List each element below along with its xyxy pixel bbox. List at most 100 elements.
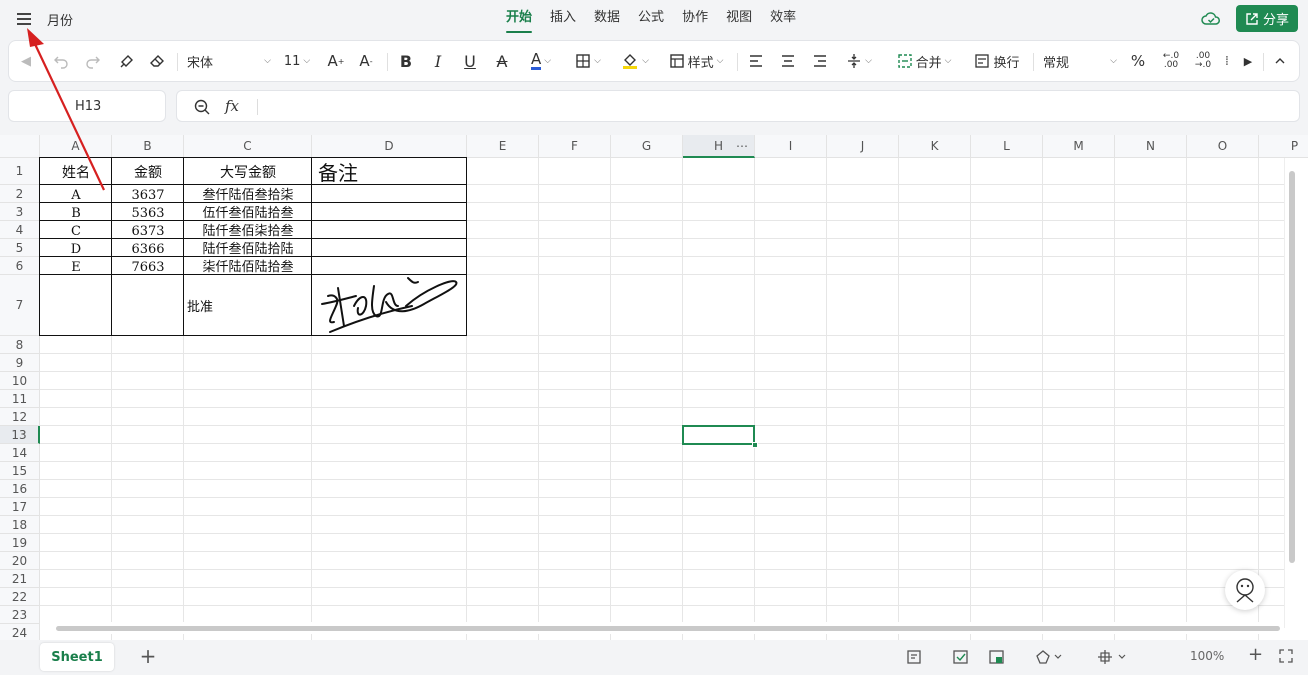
bold-icon[interactable]: B: [395, 41, 417, 81]
row-header-21[interactable]: 21: [0, 570, 40, 588]
column-header-c[interactable]: C: [184, 135, 312, 158]
tab-formula[interactable]: 公式: [629, 9, 673, 31]
table-cell[interactable]: [312, 203, 467, 221]
column-header-g[interactable]: G: [611, 135, 683, 158]
row-header-2[interactable]: 2: [0, 185, 40, 203]
table-cell[interactable]: [312, 185, 467, 203]
signature-image[interactable]: [314, 276, 464, 334]
row-header-1[interactable]: 1: [0, 158, 40, 185]
table-cell[interactable]: D: [40, 239, 112, 257]
row-header-17[interactable]: 17: [0, 498, 40, 516]
vertical-scroll-thumb[interactable]: [1289, 171, 1295, 563]
italic-icon[interactable]: I: [427, 41, 449, 81]
freeze-menu-icon[interactable]: [1096, 648, 1130, 670]
column-header-f[interactable]: F: [539, 135, 611, 158]
row-header-23[interactable]: 23: [0, 606, 40, 624]
table-header-cell[interactable]: 备注: [312, 158, 467, 185]
align-left-icon[interactable]: [745, 41, 767, 81]
strikethrough-icon[interactable]: A: [491, 41, 513, 81]
row-header-16[interactable]: 16: [0, 480, 40, 498]
column-header-l[interactable]: L: [971, 135, 1043, 158]
table-cell[interactable]: A: [40, 185, 112, 203]
table-cell[interactable]: 伍仟叁佰陆拾叁: [184, 203, 312, 221]
wrap-text-button[interactable]: 换行: [969, 41, 1025, 81]
spreadsheet-grid[interactable]: ABCDEFGH ⋯ I J K L M N O P 1 2 3 4 5 6 7 8 9 10 11 12 13 14 15 1…: [0, 135, 1308, 640]
assistant-avatar-icon[interactable]: [1225, 570, 1265, 610]
tab-efficiency[interactable]: 效率: [761, 9, 805, 31]
file-name[interactable]: 月份: [47, 10, 73, 29]
table-cell[interactable]: 3637: [112, 185, 184, 203]
zoom-level[interactable]: 100%: [1190, 649, 1224, 663]
column-header-i[interactable]: I: [755, 135, 827, 158]
decrease-font-icon[interactable]: A-: [355, 41, 377, 81]
table-header-cell[interactable]: 金额: [112, 158, 184, 185]
column-header-h[interactable]: H ⋯: [683, 135, 755, 158]
column-header-n[interactable]: N: [1115, 135, 1187, 158]
column-header-k[interactable]: K: [899, 135, 971, 158]
undo-icon[interactable]: [49, 41, 73, 81]
redo-icon[interactable]: [81, 41, 105, 81]
table-cell[interactable]: 6373: [112, 221, 184, 239]
row-header-3[interactable]: 3: [0, 203, 40, 221]
row-header-14[interactable]: 14: [0, 444, 40, 462]
table-cell[interactable]: [312, 239, 467, 257]
tab-view[interactable]: 视图: [717, 9, 761, 31]
column-header-o[interactable]: O: [1187, 135, 1259, 158]
name-box[interactable]: H13: [8, 90, 166, 122]
collapse-ribbon-icon[interactable]: [1271, 41, 1289, 81]
table-cell[interactable]: [312, 257, 467, 275]
fill-color-button[interactable]: ⌵: [615, 41, 655, 81]
column-header-p[interactable]: P: [1259, 135, 1308, 158]
row-header-9[interactable]: 9: [0, 354, 40, 372]
column-header-m[interactable]: M: [1043, 135, 1115, 158]
table-cell[interactable]: B: [40, 203, 112, 221]
select-all-corner[interactable]: [0, 135, 40, 158]
fx-icon[interactable]: fx: [225, 97, 239, 115]
table-cell[interactable]: [312, 221, 467, 239]
font-name-select[interactable]: 宋体 ⌵: [187, 41, 271, 81]
column-more-icon[interactable]: ⋯: [736, 135, 748, 158]
cloud-sync-icon[interactable]: [1201, 9, 1221, 29]
column-header-a[interactable]: A: [40, 135, 112, 158]
table-cell[interactable]: 5363: [112, 203, 184, 221]
table-header-cell[interactable]: 姓名: [40, 158, 112, 185]
row-header-4[interactable]: 4: [0, 221, 40, 239]
tab-collaborate[interactable]: 协作: [673, 9, 717, 31]
underline-icon[interactable]: U: [459, 41, 481, 81]
row-header-20[interactable]: 20: [0, 552, 40, 570]
table-cell[interactable]: C: [40, 221, 112, 239]
table-cell[interactable]: 7663: [112, 257, 184, 275]
decrease-decimal-icon[interactable]: .00 →.0: [1191, 41, 1215, 81]
tab-data[interactable]: 数据: [585, 9, 629, 31]
row-header-18[interactable]: 18: [0, 516, 40, 534]
table-cell[interactable]: 6366: [112, 239, 184, 257]
zoom-in-icon[interactable]: +: [1248, 644, 1263, 665]
column-header-b[interactable]: B: [112, 135, 184, 158]
number-format-select[interactable]: 常规 ⌵: [1043, 41, 1117, 81]
row-header-6[interactable]: 6: [0, 257, 40, 275]
format-painter-icon[interactable]: [115, 41, 139, 81]
column-header-j[interactable]: J: [827, 135, 899, 158]
merge-button[interactable]: 合并 ⌵: [889, 41, 959, 81]
tab-insert[interactable]: 插入: [541, 9, 585, 31]
row-header-5[interactable]: 5: [0, 239, 40, 257]
row-header-13[interactable]: 13: [0, 426, 40, 444]
table-cell[interactable]: 陆仟叁佰陆拾陆: [184, 239, 312, 257]
eraser-icon[interactable]: [145, 41, 169, 81]
export-icon[interactable]: [988, 648, 1006, 670]
align-center-icon[interactable]: [777, 41, 799, 81]
column-header-d[interactable]: D: [312, 135, 467, 158]
approval-label[interactable]: 批准: [184, 275, 312, 336]
table-cell[interactable]: 叁仟陆佰叁拾柒: [184, 185, 312, 203]
column-header-e[interactable]: E: [467, 135, 539, 158]
font-color-button[interactable]: A ⌵: [523, 41, 559, 81]
scroll-left-icon[interactable]: ◀: [17, 41, 35, 81]
increase-decimal-icon[interactable]: ←.0.00: [1159, 41, 1183, 81]
align-right-icon[interactable]: [809, 41, 831, 81]
row-header-10[interactable]: 10: [0, 372, 40, 390]
tab-home[interactable]: 开始: [497, 9, 541, 33]
row-header-8[interactable]: 8: [0, 336, 40, 354]
vertical-align-button[interactable]: ⌵: [839, 41, 879, 81]
add-sheet-icon[interactable]: +: [138, 646, 158, 666]
horizontal-scroll-thumb[interactable]: [56, 626, 1280, 631]
